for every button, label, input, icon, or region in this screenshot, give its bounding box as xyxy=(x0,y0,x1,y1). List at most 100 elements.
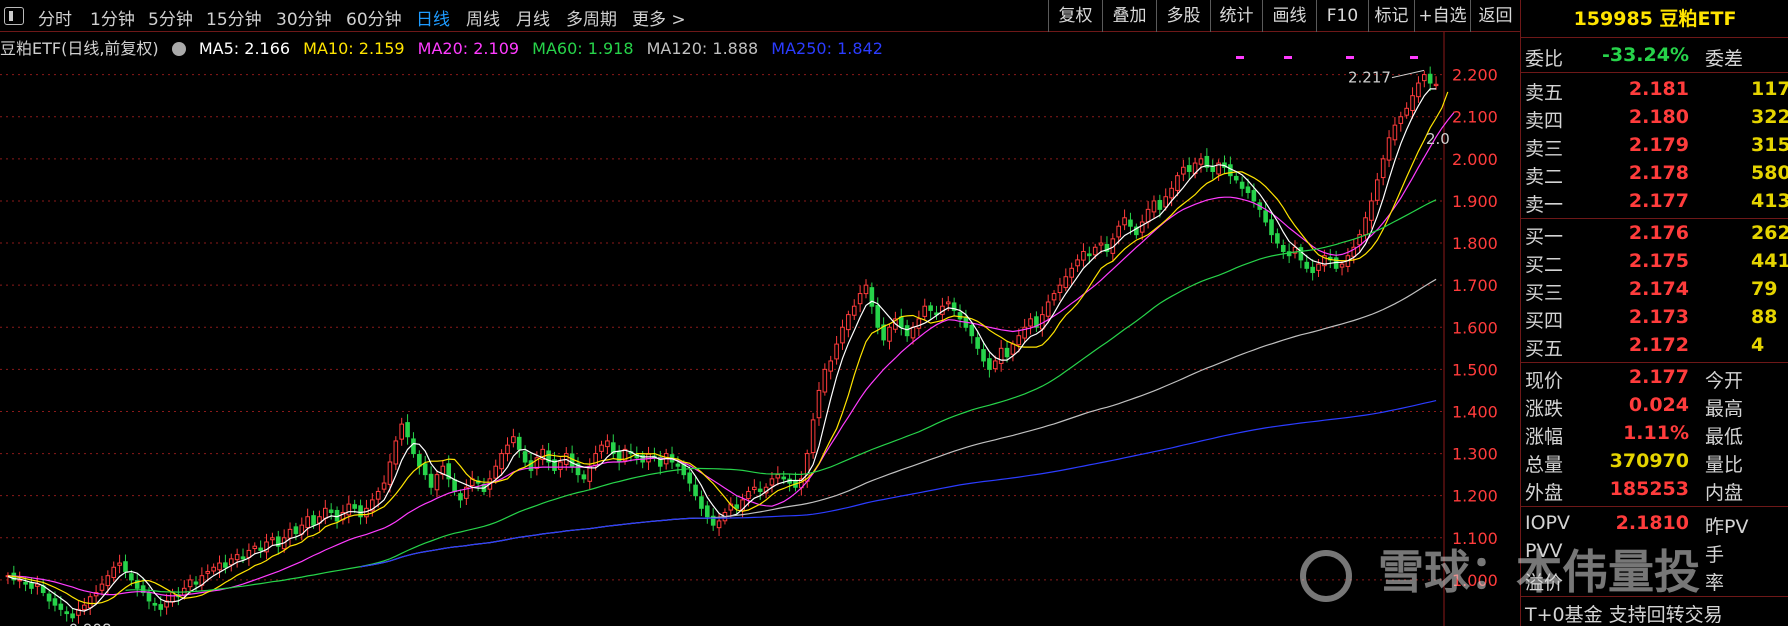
ask-row[interactable]: 卖二 2.178 580 xyxy=(1521,160,1788,188)
candle-body xyxy=(916,318,922,329)
tab-period-more[interactable]: 更多 > xyxy=(632,5,686,30)
candle-body xyxy=(64,611,70,615)
candle-body xyxy=(287,528,293,539)
bid-row[interactable]: 买四 2.173 88 xyxy=(1521,304,1788,332)
bid-row[interactable]: 买三 2.174 79 xyxy=(1521,276,1788,304)
candle-body xyxy=(1151,200,1157,213)
candle-body xyxy=(1369,200,1374,221)
ask-row[interactable]: 卖三 2.179 315 xyxy=(1521,132,1788,160)
ask-row[interactable]: 卖一 2.177 413 xyxy=(1521,188,1788,216)
tab-period-multi[interactable]: 多周期 xyxy=(566,5,617,30)
ma120-line xyxy=(360,278,1437,568)
candle-body xyxy=(511,436,516,444)
stat-value: 370970 xyxy=(1609,450,1689,472)
candle-body xyxy=(1251,190,1257,202)
stat-label-right: 率 xyxy=(1705,572,1725,594)
candle-body xyxy=(252,545,258,550)
ask-volume: 413 xyxy=(1751,190,1788,212)
ma60-line xyxy=(125,199,1437,593)
candle-body xyxy=(346,503,352,516)
ask-row[interactable]: 卖五 2.181 117 xyxy=(1521,76,1788,104)
bid-price: 2.172 xyxy=(1628,334,1689,356)
stat-label: 总量 xyxy=(1525,454,1564,476)
candle-body xyxy=(1245,186,1251,194)
candle-body xyxy=(775,474,781,479)
candle-body xyxy=(646,453,651,463)
candle-body xyxy=(240,556,246,560)
tab-period-weekly[interactable]: 周线 xyxy=(466,5,500,30)
candle-body xyxy=(129,573,134,581)
multi-stock-button[interactable]: 多股 xyxy=(1156,0,1210,32)
ask-price: 2.181 xyxy=(1628,78,1689,100)
candle-body xyxy=(1374,179,1380,201)
candle-body xyxy=(1339,263,1345,268)
order-diff-label: 委差 xyxy=(1705,48,1744,70)
candle-body xyxy=(734,504,739,509)
watermark: 雪球：本伟量投 xyxy=(1300,536,1700,602)
bid-row[interactable]: 买一 2.176 262 xyxy=(1521,220,1788,248)
separator xyxy=(1521,362,1788,363)
overlay-button[interactable]: 叠加 xyxy=(1102,0,1156,32)
back-button[interactable]: 返回 xyxy=(1470,0,1520,32)
bid-row[interactable]: 买二 2.175 441 xyxy=(1521,248,1788,276)
snowball-logo-icon xyxy=(1300,549,1352,602)
tab-period-1min[interactable]: 1分钟 xyxy=(90,5,135,30)
tab-period-monthly[interactable]: 月线 xyxy=(516,5,550,30)
candle-body xyxy=(1298,247,1304,261)
y-tick-label: 1.400 xyxy=(1452,402,1498,421)
candle-body xyxy=(1175,175,1180,191)
candle-body xyxy=(434,474,440,491)
candle-body xyxy=(863,284,869,295)
mark-button[interactable]: 标记 xyxy=(1368,0,1414,32)
trade-rule-text: T+0基金 支持回转交易 xyxy=(1525,604,1723,626)
high-annotation: 2.217 xyxy=(1348,69,1391,87)
kline-chart[interactable]: 2.200 2.100 2.000 1.900 1.800 1.700 1.600 1.500… xyxy=(0,32,1520,626)
candle-body xyxy=(322,507,328,519)
candle-body xyxy=(558,461,563,470)
candle-body xyxy=(217,562,222,571)
candle-body xyxy=(223,562,228,568)
candle-body xyxy=(910,326,916,339)
tab-period-30min[interactable]: 30分钟 xyxy=(276,5,332,30)
draw-line-button[interactable]: 画线 xyxy=(1262,0,1316,32)
candle-body xyxy=(851,305,857,316)
tab-period-60min[interactable]: 60分钟 xyxy=(346,5,402,30)
separator xyxy=(1521,72,1788,73)
candle-body xyxy=(1181,166,1186,175)
add-watchlist-button[interactable]: +自选 xyxy=(1414,0,1470,32)
candle-body xyxy=(1016,335,1022,346)
bid-volume: 88 xyxy=(1751,306,1778,328)
ask-row[interactable]: 卖四 2.180 322 xyxy=(1521,104,1788,132)
candle-body xyxy=(411,438,416,455)
candle-body xyxy=(1145,208,1151,223)
bid-volume: 262 xyxy=(1751,222,1788,244)
candle-body xyxy=(170,592,175,603)
bid-row[interactable]: 买五 2.172 4 xyxy=(1521,332,1788,360)
candle-body xyxy=(1263,210,1268,223)
ask-label: 卖四 xyxy=(1525,110,1564,132)
tab-period-daily[interactable]: 日线 xyxy=(416,5,450,30)
candle-body xyxy=(228,558,234,566)
ask-volume: 580 xyxy=(1751,162,1788,184)
separator xyxy=(1521,218,1788,219)
statistics-button[interactable]: 统计 xyxy=(1210,0,1262,32)
bid-price: 2.173 xyxy=(1628,306,1689,328)
candle-body xyxy=(405,422,410,438)
stat-row-price: 现价 2.177 今开 xyxy=(1521,364,1788,392)
candle-body xyxy=(1310,266,1315,274)
window-menu-icon[interactable] xyxy=(4,7,24,25)
bid-label: 买一 xyxy=(1525,226,1564,248)
candle-body xyxy=(46,593,52,602)
tab-period-15min[interactable]: 15分钟 xyxy=(206,5,262,30)
tab-period-intraday[interactable]: 分时 xyxy=(38,5,72,30)
f10-button[interactable]: F10 xyxy=(1316,0,1368,32)
tab-period-5min[interactable]: 5分钟 xyxy=(148,5,193,30)
candle-body xyxy=(1269,219,1274,236)
ask-volume: 315 xyxy=(1751,134,1788,156)
kline-svg[interactable]: 2.200 2.100 2.000 1.900 1.800 1.700 1.600 1.500… xyxy=(0,32,1520,626)
restore-rights-button[interactable]: 复权 xyxy=(1048,0,1102,32)
candle-body xyxy=(1163,196,1169,208)
bid-label: 买二 xyxy=(1525,254,1564,276)
candle-body xyxy=(834,343,839,360)
candle-body xyxy=(816,389,822,419)
